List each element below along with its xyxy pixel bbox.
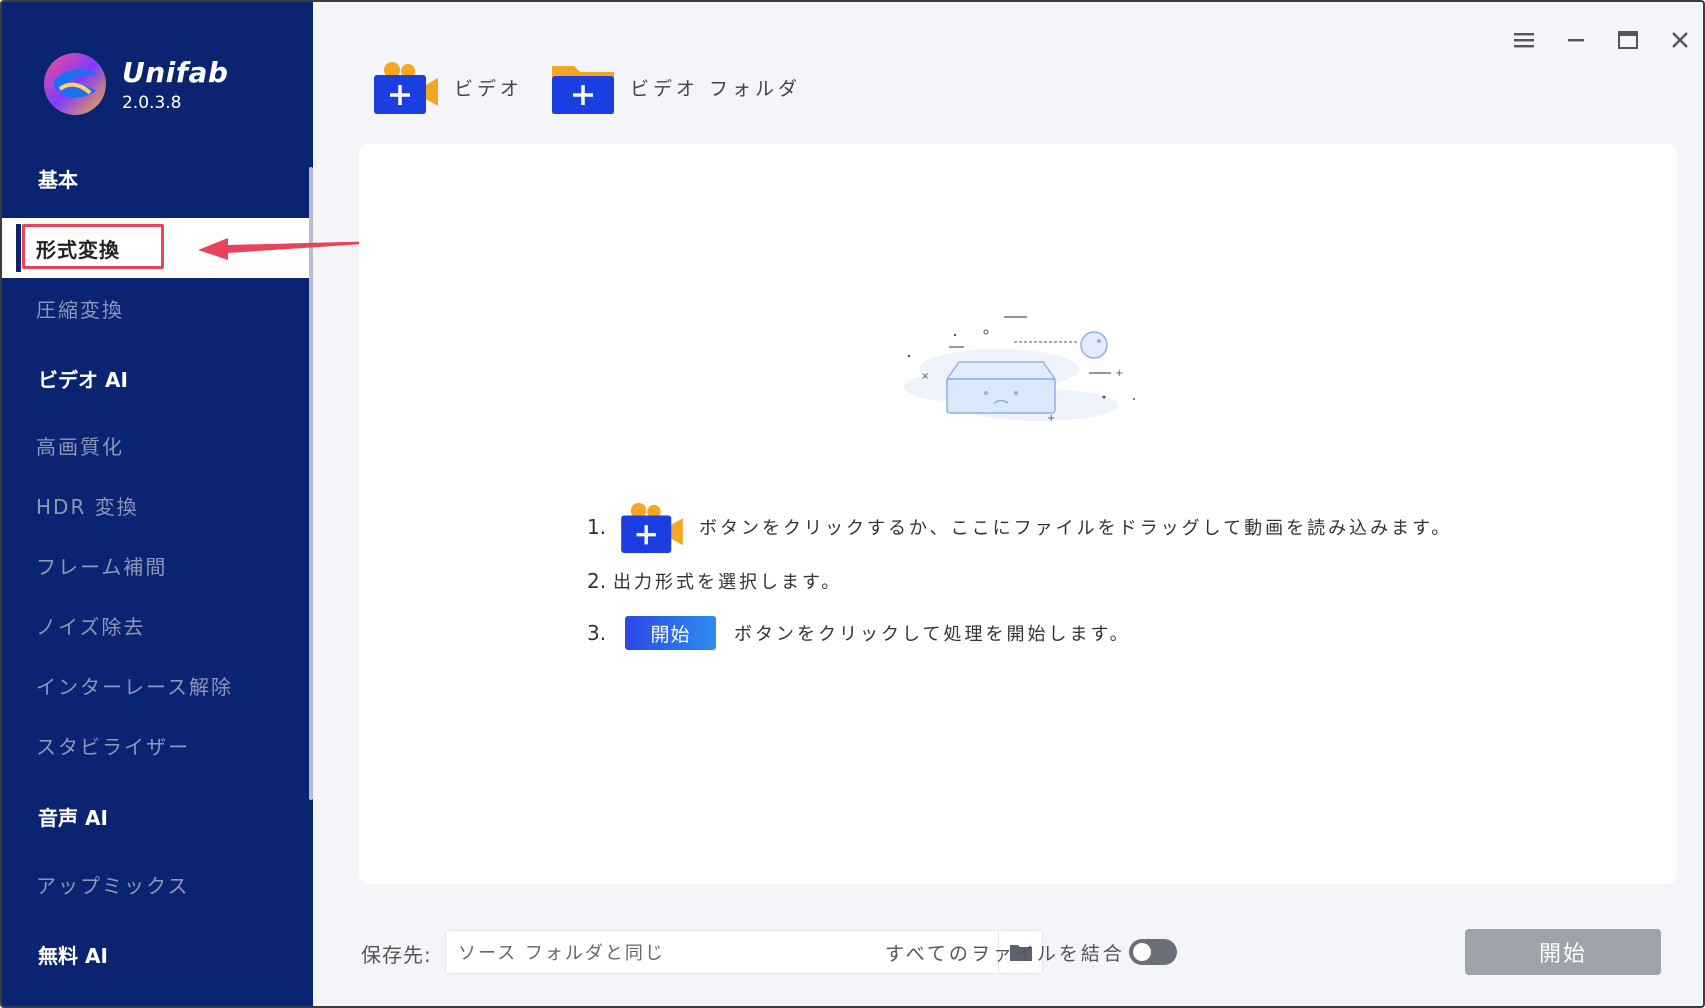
step-1: 1. ボタンをクリックするか、ここにファイルをドラッグして動画を読み込みます。 xyxy=(587,499,1452,555)
add-folder-icon xyxy=(552,66,614,114)
minimize-icon xyxy=(1568,39,1584,42)
inline-start-button: 開始 xyxy=(625,616,716,650)
save-destination-label: 保存先: xyxy=(361,943,432,967)
minimize-button[interactable] xyxy=(1562,26,1590,54)
nav-group-free-ai: 無料 AI xyxy=(38,944,108,968)
svg-text:+: + xyxy=(1115,368,1123,379)
sidebar-item-label: 高画質化 xyxy=(36,434,124,459)
step-1-text: ボタンをクリックするか、ここにファイルをドラッグして動画を読み込みます。 xyxy=(699,518,1453,539)
add-folder-label: ビデオ フォルダ xyxy=(630,77,802,100)
nav-group-video-ai: ビデオ AI xyxy=(38,368,128,392)
close-icon xyxy=(1672,32,1688,48)
sidebar-item-label: アップミックス xyxy=(36,873,190,898)
start-button[interactable]: 開始 xyxy=(1465,929,1661,975)
sidebar-item-label: 圧縮変換 xyxy=(36,297,124,322)
toggle-knob xyxy=(1133,943,1151,961)
add-folder-button[interactable]: ビデオ フォルダ xyxy=(552,60,801,114)
file-drop-area[interactable]: × + + 1. ボタンをクリックするか、ここにファイルをドラッグして動画を読み… xyxy=(359,144,1677,884)
nav-group-audio-ai: 音声 AI xyxy=(38,806,108,830)
sidebar-item-stabilizer[interactable]: スタビライザー xyxy=(2,715,309,775)
sidebar-item-label: インターレース解除 xyxy=(36,674,233,699)
close-button[interactable] xyxy=(1666,26,1694,54)
instructions: 1. ボタンをクリックするか、ここにファイルをドラッグして動画を読み込みます。 … xyxy=(587,499,1452,659)
maximize-button[interactable] xyxy=(1614,26,1642,54)
sidebar-item-label: スタビライザー xyxy=(36,734,190,759)
sidebar-item-upscale[interactable]: 高画質化 xyxy=(2,415,309,475)
sidebar-item-compress[interactable]: 圧縮変換 xyxy=(2,278,309,338)
maximize-icon xyxy=(1618,31,1638,49)
sidebar-item-label: フレーム補間 xyxy=(36,554,168,579)
sidebar-item-hdr[interactable]: HDR 変換 xyxy=(2,475,309,535)
sidebar-item-deinterlace[interactable]: インターレース解除 xyxy=(2,655,309,715)
add-video-button[interactable]: ビデオ xyxy=(374,60,523,114)
sidebar-item-upmix[interactable]: アップミックス xyxy=(2,854,309,914)
app-version: 2.0.3.8 xyxy=(122,92,182,113)
step-3: 3. 開始 ボタンをクリックして処理を開始します。 xyxy=(587,607,1452,659)
unifab-logo-icon xyxy=(44,53,106,115)
step-3-text: ボタンをクリックして処理を開始します。 xyxy=(734,624,1131,645)
sidebar: Unifab 2.0.3.8 基本 形式変換 圧縮変換 ビデオ AI 高画質化 … xyxy=(2,2,313,1006)
app-name: Unifab xyxy=(122,55,229,89)
app-window: Unifab 2.0.3.8 基本 形式変換 圧縮変換 ビデオ AI 高画質化 … xyxy=(0,0,1705,1008)
sidebar-item-denoise[interactable]: ノイズ除去 xyxy=(2,595,309,655)
sidebar-item-label: 形式変換 xyxy=(36,237,120,262)
step-3-number: 3. xyxy=(587,621,607,645)
sidebar-item-label: HDR 変換 xyxy=(36,494,139,519)
step-2-text: 出力形式を選択します。 xyxy=(613,572,843,593)
sidebar-item-frame-interpolation[interactable]: フレーム補間 xyxy=(2,535,309,595)
empty-box-illustration-icon: × + + xyxy=(904,316,1135,424)
step-1-number: 1. xyxy=(587,515,607,539)
step-2-number: 2. xyxy=(587,569,607,593)
add-video-icon xyxy=(621,502,683,553)
merge-toggle[interactable] xyxy=(1129,939,1177,965)
add-video-label: ビデオ xyxy=(454,77,524,100)
svg-text:+: + xyxy=(1047,413,1055,424)
sidebar-item-label: ノイズ除去 xyxy=(36,614,146,639)
app-logo: Unifab 2.0.3.8 xyxy=(42,51,228,117)
add-video-icon xyxy=(374,62,438,114)
menu-button[interactable] xyxy=(1510,26,1538,54)
merge-all-files-label: すべてのヲァイルを結合 xyxy=(885,943,1125,965)
menu-icon xyxy=(1514,33,1534,48)
step-2: 2. 出力形式を選択します。 xyxy=(587,555,1452,607)
svg-text:×: × xyxy=(921,371,929,382)
nav-group-basic: 基本 xyxy=(38,168,78,192)
